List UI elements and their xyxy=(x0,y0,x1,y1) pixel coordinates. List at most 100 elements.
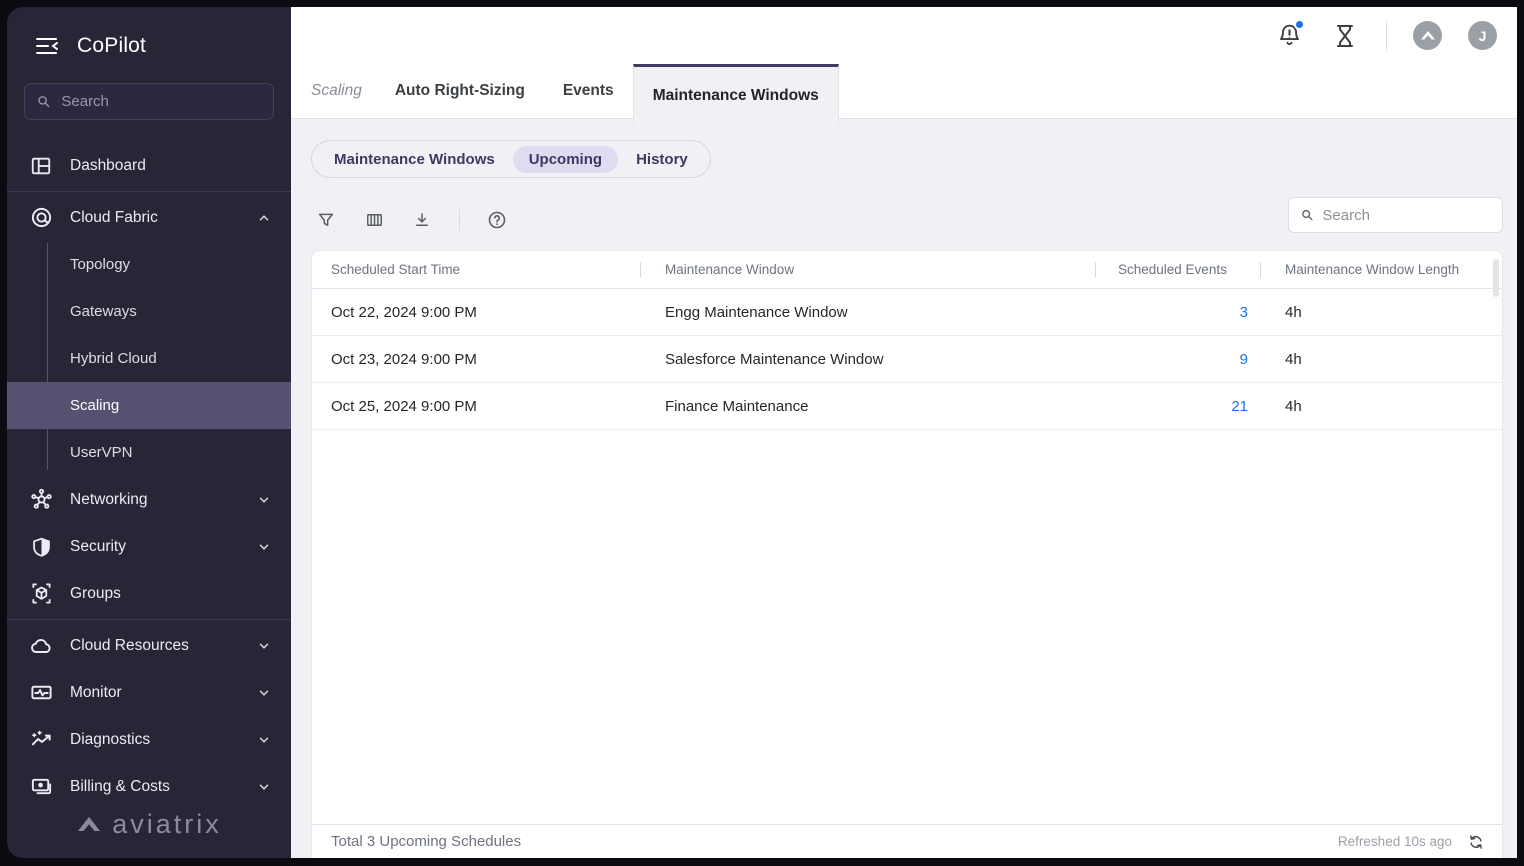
notification-badge xyxy=(1294,19,1305,30)
cell-window: Finance Maintenance xyxy=(646,398,1101,415)
main-panel: J Scaling Auto Right-Sizing Events Maint… xyxy=(291,7,1517,858)
app-title: CoPilot xyxy=(77,34,146,58)
subtab-maintenance-windows[interactable]: Maintenance Windows xyxy=(318,146,511,173)
sidebar-item-label: Billing & Costs xyxy=(70,778,240,796)
help-icon xyxy=(487,210,507,230)
download-icon xyxy=(413,211,431,229)
sidebar-item-uservpn[interactable]: UserVPN xyxy=(7,429,291,476)
sidebar-item-label: Gateways xyxy=(70,303,137,320)
toolbar-divider xyxy=(459,209,460,231)
sidebar-item-label: Scaling xyxy=(70,397,119,414)
billing-icon xyxy=(29,775,53,799)
sidebar-search[interactable] xyxy=(24,83,274,120)
sidebar-divider xyxy=(7,191,291,192)
table-search-input[interactable] xyxy=(1322,207,1490,224)
sidebar-item-security[interactable]: Security xyxy=(7,523,291,570)
sidebar-item-hybrid-cloud[interactable]: Hybrid Cloud xyxy=(7,335,291,382)
sidebar-item-label: Cloud Fabric xyxy=(70,209,240,227)
hourglass-icon xyxy=(1334,23,1356,49)
refreshed-timestamp: Refreshed 10s ago xyxy=(1338,834,1452,849)
chevron-down-icon xyxy=(257,493,271,507)
column-header-events: Scheduled Events xyxy=(1101,262,1266,277)
groups-cube-icon xyxy=(29,582,53,606)
sidebar-item-label: Networking xyxy=(70,491,240,509)
sidebar-item-label: UserVPN xyxy=(70,444,133,461)
table-scrollbar[interactable] xyxy=(1493,259,1499,297)
refresh-icon xyxy=(1467,833,1485,851)
tab-maintenance-windows[interactable]: Maintenance Windows xyxy=(633,64,839,125)
sidebar: CoPilot Dashboard xyxy=(7,7,291,858)
sidebar-item-topology[interactable]: Topology xyxy=(7,241,291,288)
cell-start-time: Oct 22, 2024 9:00 PM xyxy=(312,304,646,321)
cell-length: 4h xyxy=(1266,304,1502,321)
user-avatar[interactable]: J xyxy=(1468,21,1497,50)
sidebar-item-billing[interactable]: Billing & Costs xyxy=(7,763,291,810)
sidebar-item-cloud-fabric[interactable]: Cloud Fabric xyxy=(7,194,291,241)
help-button[interactable] xyxy=(486,209,508,231)
sidebar-item-dashboard[interactable]: Dashboard xyxy=(7,142,291,189)
networking-icon xyxy=(29,488,53,512)
cloud-fabric-icon xyxy=(29,206,53,230)
cell-window: Engg Maintenance Window xyxy=(646,304,1101,321)
table-search[interactable] xyxy=(1288,197,1503,233)
columns-icon xyxy=(365,211,384,229)
sidebar-item-scaling[interactable]: Scaling xyxy=(7,382,291,429)
tab-bar: Scaling Auto Right-Sizing Events Mainten… xyxy=(291,64,1517,119)
cell-start-time: Oct 25, 2024 9:00 PM xyxy=(312,398,646,415)
chevron-down-icon xyxy=(257,780,271,794)
scheduled-events-link[interactable]: 9 xyxy=(1240,351,1248,368)
cloud-fabric-subitems: Topology Gateways Hybrid Cloud Scaling U… xyxy=(7,241,291,476)
cell-start-time: Oct 23, 2024 9:00 PM xyxy=(312,351,646,368)
tab-auto-right-sizing[interactable]: Auto Right-Sizing xyxy=(376,64,544,118)
sidebar-item-diagnostics[interactable]: Diagnostics xyxy=(7,716,291,763)
sidebar-collapse-icon[interactable] xyxy=(35,33,61,59)
sidebar-item-groups[interactable]: Groups xyxy=(7,570,291,617)
table-footer: Total 3 Upcoming Schedules Refreshed 10s… xyxy=(312,824,1502,858)
chevron-up-icon xyxy=(257,211,271,225)
sidebar-item-label: Security xyxy=(70,538,240,556)
shield-icon xyxy=(29,535,53,559)
sidebar-search-input[interactable] xyxy=(61,93,261,110)
sidebar-item-cloud-resources[interactable]: Cloud Resources xyxy=(7,622,291,669)
subtree-line xyxy=(47,243,48,470)
subtab-upcoming[interactable]: Upcoming xyxy=(513,146,618,173)
tab-events[interactable]: Events xyxy=(544,64,633,118)
pending-tasks-button[interactable] xyxy=(1330,21,1360,51)
cell-events: 9 xyxy=(1101,351,1266,368)
refresh-button[interactable] xyxy=(1466,832,1486,852)
search-icon xyxy=(37,94,50,109)
cell-events: 21 xyxy=(1101,398,1266,415)
filter-icon xyxy=(317,211,335,229)
avatar-initial: J xyxy=(1479,28,1487,44)
download-button[interactable] xyxy=(411,209,433,231)
column-header-start-time: Scheduled Start Time xyxy=(312,262,646,277)
scheduled-events-link[interactable]: 21 xyxy=(1231,398,1248,415)
search-icon xyxy=(1301,208,1313,222)
chevron-down-icon xyxy=(257,686,271,700)
filter-button[interactable] xyxy=(315,209,337,231)
sidebar-item-monitor[interactable]: Monitor xyxy=(7,669,291,716)
content-area: Maintenance Windows Upcoming History xyxy=(291,119,1517,858)
subtab-group: Maintenance Windows Upcoming History xyxy=(311,140,711,178)
table-header: Scheduled Start Time Maintenance Window … xyxy=(312,251,1502,289)
sidebar-item-label: Groups xyxy=(70,585,271,603)
sidebar-item-gateways[interactable]: Gateways xyxy=(7,288,291,335)
table-toolbar xyxy=(315,202,508,238)
cell-length: 4h xyxy=(1266,398,1502,415)
dashboard-icon xyxy=(29,154,53,178)
aviatrix-mark-icon xyxy=(76,815,102,835)
chevron-down-icon xyxy=(257,733,271,747)
columns-button[interactable] xyxy=(363,209,385,231)
page-context-label: Scaling xyxy=(311,64,376,118)
chevron-down-icon xyxy=(257,639,271,653)
notifications-button[interactable] xyxy=(1274,21,1304,51)
sidebar-item-networking[interactable]: Networking xyxy=(7,476,291,523)
sidebar-item-label: Monitor xyxy=(70,684,240,702)
product-mark-button[interactable] xyxy=(1413,21,1442,50)
monitor-pulse-icon xyxy=(29,681,53,705)
total-count-text: Total 3 Upcoming Schedules xyxy=(331,833,1338,850)
scheduled-events-link[interactable]: 3 xyxy=(1240,304,1248,321)
column-header-window: Maintenance Window xyxy=(646,262,1101,277)
sidebar-item-label: Dashboard xyxy=(70,157,271,175)
subtab-history[interactable]: History xyxy=(620,146,704,173)
